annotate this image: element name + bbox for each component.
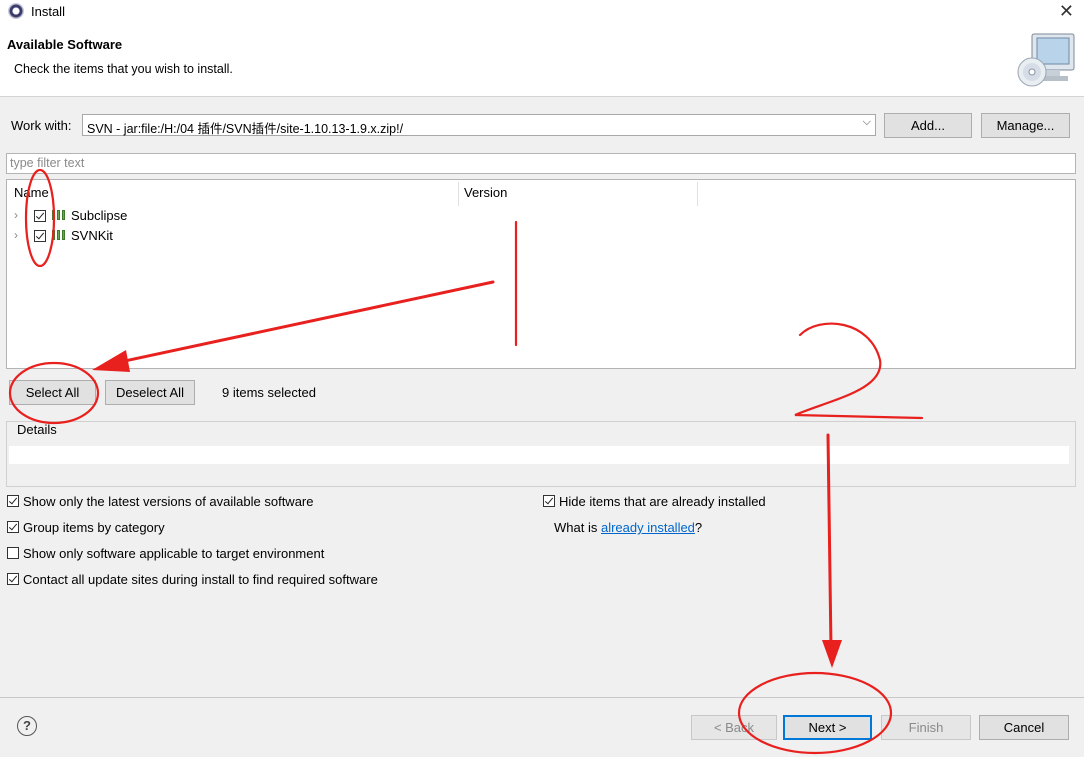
feature-group-icon — [52, 210, 66, 220]
wizard-header: Available Software Check the items that … — [0, 24, 1084, 97]
cancel-button[interactable]: Cancel — [979, 715, 1069, 740]
column-divider[interactable] — [697, 182, 698, 206]
option-label: Contact all update sites during install … — [23, 572, 378, 587]
filter-placeholder: type filter text — [10, 156, 85, 170]
work-with-label: Work with: — [11, 118, 72, 133]
already-installed-line: What is already installed? — [554, 520, 702, 535]
checkbox[interactable] — [7, 547, 19, 559]
work-with-combo[interactable]: SVN - jar:file:/H:/04 插件/SVN插件/site-1.10… — [82, 114, 876, 136]
tree-item-label: SVNKit — [71, 228, 113, 243]
window-title: Install — [31, 4, 65, 19]
details-label: Details — [15, 422, 59, 437]
option-label: Group items by category — [23, 520, 165, 535]
next-highlight-circle — [737, 671, 893, 755]
chevron-down-icon[interactable]: ⌵ — [863, 116, 871, 129]
option-label: Show only software applicable to target … — [23, 546, 325, 561]
back-button[interactable]: < Back — [691, 715, 777, 740]
deselect-all-button[interactable]: Deselect All — [105, 380, 195, 405]
checkbox-svnkit[interactable] — [34, 230, 46, 242]
tree-item-label: Subclipse — [71, 208, 128, 223]
column-divider[interactable] — [458, 182, 459, 206]
column-header-version[interactable]: Version — [464, 185, 507, 200]
footer-divider — [0, 697, 1084, 698]
page-title: Available Software — [7, 37, 123, 52]
already-installed-link[interactable]: already installed — [601, 520, 695, 535]
tree-row-svnkit[interactable]: › SVNKit — [7, 226, 407, 246]
checkbox-subclipse[interactable] — [34, 210, 46, 222]
page-description: Check the items that you wish to install… — [14, 62, 233, 76]
feature-group-icon — [52, 230, 66, 240]
eclipse-icon — [8, 3, 24, 19]
option-label: Hide items that are already installed — [559, 494, 766, 509]
checkbox[interactable] — [7, 521, 19, 533]
selection-status: 9 items selected — [222, 385, 316, 400]
arrow-head-down — [822, 640, 842, 668]
manage-button[interactable]: Manage... — [981, 113, 1070, 138]
already-installed-prefix: What is — [554, 520, 601, 535]
filter-input[interactable]: type filter text — [6, 153, 1076, 174]
checkbox[interactable] — [543, 495, 555, 507]
checkbox[interactable] — [7, 495, 19, 507]
tree-row-subclipse[interactable]: › Subclipse — [7, 206, 407, 226]
add-button[interactable]: Add... — [884, 113, 972, 138]
title-bar: Install ✕ — [0, 0, 1084, 24]
next-button[interactable]: Next > — [783, 715, 872, 740]
close-icon[interactable]: ✕ — [1059, 1, 1074, 22]
finish-button[interactable]: Finish — [881, 715, 971, 740]
option-label: Show only the latest versions of availab… — [23, 494, 314, 509]
select-all-button[interactable]: Select All — [9, 380, 96, 405]
already-installed-suffix: ? — [694, 520, 703, 535]
column-header-name[interactable]: Name — [14, 185, 49, 200]
details-text — [9, 446, 1069, 464]
chevron-right-icon[interactable]: › — [14, 208, 18, 222]
checkbox[interactable] — [7, 573, 19, 585]
help-icon[interactable]: ? — [17, 716, 37, 736]
work-with-value: SVN - jar:file:/H:/04 插件/SVN插件/site-1.10… — [87, 122, 404, 136]
software-tree[interactable]: Name Version › Subclipse › SVNKit — [6, 179, 1076, 369]
chevron-right-icon[interactable]: › — [14, 228, 18, 242]
install-banner-icon — [1017, 33, 1075, 87]
